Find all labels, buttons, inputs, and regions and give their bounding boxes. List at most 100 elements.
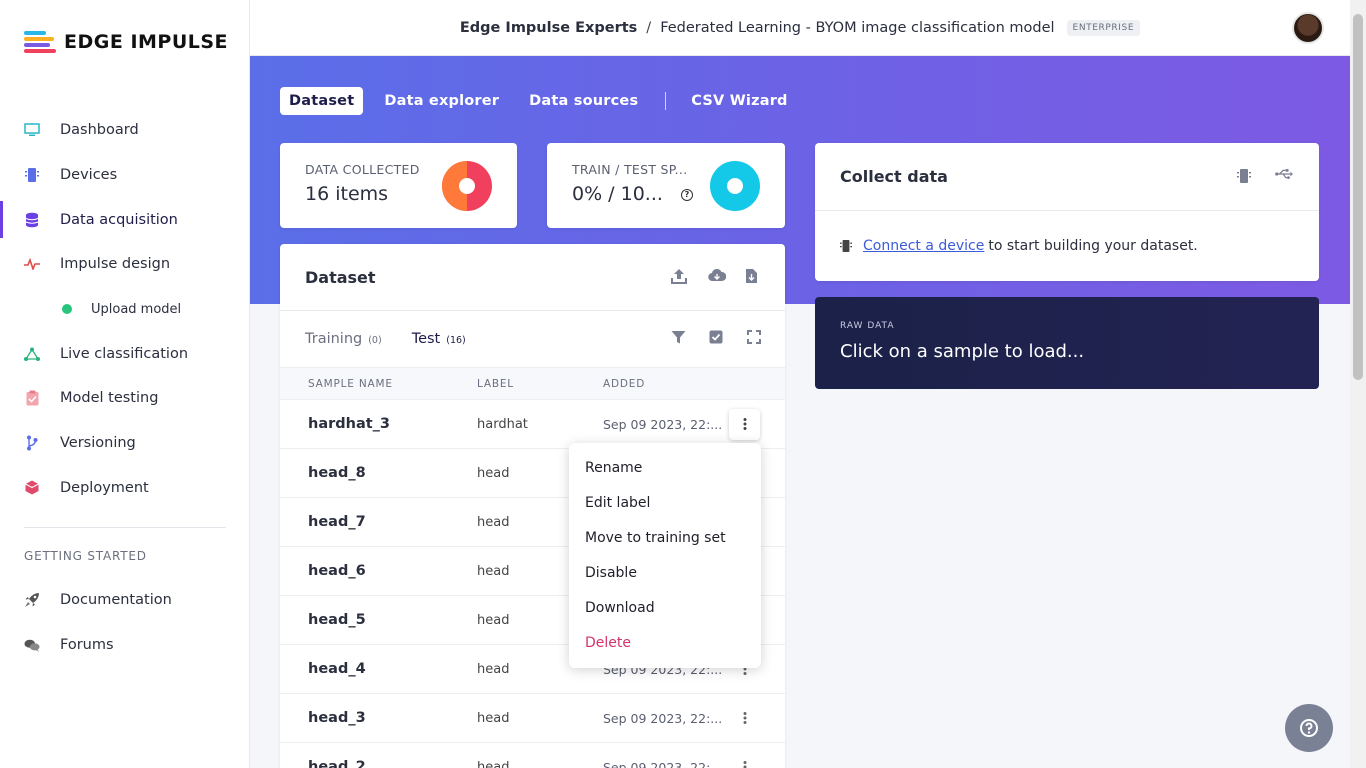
sidebar-item-data-acquisition[interactable]: Data acquisition: [0, 197, 250, 242]
raw-data-panel: RAW DATA Click on a sample to load...: [815, 297, 1319, 389]
scrollbar-thumb[interactable]: [1353, 14, 1363, 380]
chip-icon[interactable]: [1237, 168, 1255, 186]
tab-training[interactable]: Training (0): [305, 331, 382, 347]
sample-label: head: [477, 465, 510, 481]
sample-name: head_6: [308, 563, 366, 579]
stat-card-train-test-split: TRAIN / TEST SP... 0% / 10...?: [547, 143, 785, 228]
row-menu-button[interactable]: [729, 752, 760, 768]
brand-name: EDGE IMPULSE: [64, 31, 229, 53]
collect-data-header: Collect data: [815, 143, 1319, 211]
row-menu-button[interactable]: [729, 703, 760, 734]
kebab-icon: [743, 761, 746, 768]
monitor-icon: [24, 122, 40, 138]
page-scrollbar[interactable]: [1350, 0, 1366, 768]
tab-test[interactable]: Test (16): [412, 331, 466, 347]
sample-added: Sep 09 2023, 22:...: [603, 759, 723, 768]
column-header-label[interactable]: LABEL: [477, 378, 514, 390]
sample-name: head_3: [308, 710, 366, 726]
sample-added: Sep 09 2023, 22:...: [603, 710, 723, 726]
check-square-icon[interactable]: [709, 330, 725, 346]
column-header-added[interactable]: ADDED: [603, 378, 645, 390]
tab-test-label: Test: [411, 331, 441, 347]
breadcrumb-separator: /: [646, 19, 652, 36]
sidebar-item-label: Forums: [60, 637, 114, 654]
sidebar-item-label: Dashboard: [60, 122, 139, 139]
kebab-icon: [743, 712, 746, 724]
sidebar-item-documentation[interactable]: Documentation: [0, 578, 250, 623]
stat-label: TRAIN / TEST SP...: [572, 162, 688, 177]
collect-data-actions: [1217, 168, 1293, 186]
menu-item-edit-label[interactable]: Edit label: [569, 485, 761, 520]
sample-label: head: [477, 710, 510, 726]
edge-impulse-logo-icon: [24, 30, 56, 54]
usb-icon[interactable]: [1275, 168, 1293, 186]
stat-card-data-collected: DATA COLLECTED 16 items: [280, 143, 517, 228]
collect-data-title: Collect data: [840, 167, 948, 186]
sample-label: head: [477, 661, 510, 677]
menu-item-move-to-training[interactable]: Move to training set: [569, 520, 761, 555]
user-avatar[interactable]: [1292, 12, 1324, 44]
collect-data-hint: to start building your dataset.: [988, 238, 1198, 254]
sidebar-item-forums[interactable]: Forums: [0, 623, 250, 668]
sample-name: head_5: [308, 612, 366, 628]
sample-name: head_7: [308, 514, 366, 530]
tab-data-explorer[interactable]: Data explorer: [375, 87, 508, 115]
sidebar-item-label: Data acquisition: [60, 211, 178, 228]
clipboard-check-icon: [24, 390, 40, 406]
breadcrumb-project[interactable]: Federated Learning - BYOM image classifi…: [660, 20, 1054, 36]
sidebar-divider: [24, 527, 226, 528]
logo[interactable]: EDGE IMPULSE: [24, 30, 228, 54]
sidebar-item-label: Devices: [60, 167, 118, 184]
dataset-actions: [652, 268, 763, 286]
sample-label: head: [477, 612, 510, 628]
sidebar-item-impulse-design[interactable]: Impulse design: [0, 242, 250, 287]
tab-dataset[interactable]: Dataset: [280, 87, 364, 115]
donut-chart-icon: [710, 161, 760, 211]
stat-value: 0% / 10...?: [572, 183, 693, 205]
dataset-panel-header: Dataset: [280, 244, 785, 311]
menu-item-disable[interactable]: Disable: [569, 555, 761, 590]
sidebar-item-devices[interactable]: Devices: [0, 153, 250, 198]
chip-icon: [24, 167, 40, 183]
sidebar: EDGE IMPULSE Dashboard Devices Data acqu…: [0, 0, 250, 768]
tab-training-label: Training: [305, 331, 363, 347]
sidebar-item-label: Deployment: [60, 479, 149, 496]
help-button[interactable]: [1285, 704, 1333, 752]
sidebar-item-deployment[interactable]: Deployment: [0, 466, 250, 511]
expand-icon[interactable]: [747, 330, 763, 346]
breadcrumb-org[interactable]: Edge Impulse Experts: [460, 20, 637, 36]
donut-chart-icon: [442, 161, 492, 211]
network-icon: [24, 346, 40, 362]
table-row[interactable]: hardhat_3 hardhat Sep 09 2023, 22:...: [280, 400, 785, 449]
menu-item-delete[interactable]: Delete: [569, 625, 761, 660]
tab-data-sources[interactable]: Data sources: [520, 87, 647, 115]
section-label-getting-started: GETTING STARTED: [24, 549, 147, 563]
table-row[interactable]: head_2 head Sep 09 2023, 22:...: [280, 743, 785, 768]
status-dot-icon: [62, 304, 72, 315]
menu-item-rename[interactable]: Rename: [569, 450, 761, 485]
sidebar-nav: Dashboard Devices Data acquisition Impul…: [0, 108, 250, 510]
sidebar-item-model-testing[interactable]: Model testing: [0, 376, 250, 421]
sample-label: hardhat: [477, 416, 528, 432]
data-acquisition-tabs: Dataset Data explorer Data sources CSV W…: [280, 87, 809, 115]
tab-divider: [665, 92, 667, 110]
menu-item-download[interactable]: Download: [569, 590, 761, 625]
upload-icon[interactable]: [671, 268, 689, 286]
column-header-sample-name[interactable]: SAMPLE NAME: [308, 378, 393, 390]
enterprise-badge: ENTERPRISE: [1066, 19, 1141, 36]
help-icon[interactable]: ?: [680, 188, 693, 201]
row-menu-button[interactable]: [729, 408, 760, 440]
table-row[interactable]: head_3 head Sep 09 2023, 22:...: [280, 694, 785, 743]
question-icon: [1300, 719, 1318, 737]
cloud-icon[interactable]: [708, 268, 726, 286]
filter-icon[interactable]: [671, 330, 687, 346]
file-export-icon[interactable]: [745, 268, 763, 286]
tab-csv-wizard[interactable]: CSV Wizard: [682, 87, 796, 115]
sidebar-item-dashboard[interactable]: Dashboard: [0, 108, 250, 153]
sidebar-item-label: Model testing: [60, 390, 159, 407]
sidebar-item-versioning[interactable]: Versioning: [0, 421, 250, 466]
sidebar-item-upload-model[interactable]: Upload model: [0, 287, 250, 332]
sample-label: head: [477, 563, 510, 579]
sidebar-item-live-classification[interactable]: Live classification: [0, 331, 250, 376]
connect-device-link[interactable]: Connect a device: [863, 238, 984, 254]
